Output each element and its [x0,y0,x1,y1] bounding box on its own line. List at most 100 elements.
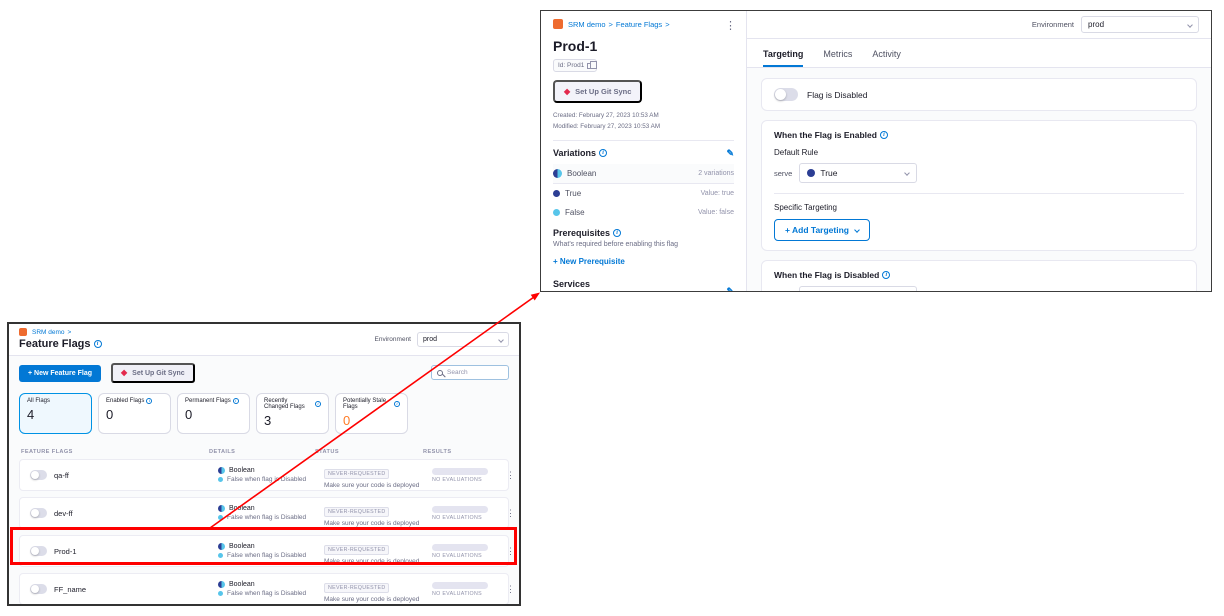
flag-id-badge: Id: Prod1 [553,59,597,72]
stat-value: 0 [106,407,163,422]
tab-activity[interactable]: Activity [872,49,901,67]
stat-label: Enabled Flags [106,398,144,404]
boolean-variation-icon [553,169,562,178]
info-icon[interactable]: i [233,398,239,404]
search-input[interactable] [447,369,503,376]
stat-label: All Flags [27,398,50,404]
false-variation-dot-icon [218,591,223,596]
info-icon[interactable]: i [94,340,102,348]
add-targeting-label: + Add Targeting [785,225,849,235]
breadcrumb-feature-flags[interactable]: Feature Flags [616,20,662,29]
true-variation-dot-icon [807,169,815,177]
stat-card-all-flags[interactable]: All Flags 4 [19,393,92,434]
info-icon[interactable]: i [599,149,607,157]
results-text: NO EVALUATIONS [432,591,506,597]
kebab-menu-icon[interactable]: ⋮ [506,471,520,480]
info-icon[interactable]: i [880,131,888,139]
tab-metrics[interactable]: Metrics [823,49,852,67]
harness-logo-icon [553,19,563,29]
breadcrumb-srm-demo[interactable]: SRM demo [32,329,65,336]
info-icon[interactable]: i [315,401,321,407]
boolean-variation-icon [218,581,225,588]
flag-id-text: Id: Prod1 [558,62,584,69]
environment-select[interactable]: prod [1081,16,1199,33]
flag-toggle[interactable] [30,470,47,480]
table-row[interactable]: qa-ff Boolean False when flag is Disable… [19,459,509,491]
results-bar [432,468,488,475]
results-text: NO EVALUATIONS [432,477,506,483]
flag-detail-screenshot: SRM demo > Feature Flags > ⋮ Prod-1 Id: … [540,10,1212,292]
flag-toggle[interactable] [30,584,47,594]
info-icon[interactable]: i [394,401,400,407]
table-row[interactable]: FF_name Boolean False when flag is Disab… [19,573,509,605]
serve-label: serve [774,169,792,178]
stat-card-potentially-stale-flags[interactable]: Potentially Stale Flagsi 0 [335,393,408,434]
stat-card-enabled-flags[interactable]: Enabled Flagsi 0 [98,393,171,434]
status-text: Make sure your code is deployed [324,558,432,565]
tab-targeting[interactable]: Targeting [763,49,803,67]
prerequisites-description: What's required before enabling this fla… [553,241,734,248]
info-icon[interactable]: i [146,398,152,404]
variation-name: False [565,208,585,217]
table-row-prod-1[interactable]: Prod-1 Boolean False when flag is Disabl… [19,535,509,567]
table-row[interactable]: dev-ff Boolean False when flag is Disabl… [19,497,509,529]
status-badge: NEVER-REQUESTED [324,507,389,517]
kebab-menu-icon[interactable]: ⋮ [506,509,520,518]
environment-select[interactable]: prod [417,332,509,347]
setup-git-sync-button[interactable]: ◆ Set Up Git Sync [111,363,195,383]
info-icon[interactable]: i [882,271,890,279]
kebab-menu-icon[interactable]: ⋮ [725,21,736,32]
false-variation-dot-icon [218,515,223,520]
variation-row-true: True Value: true [553,184,734,203]
flag-name: FF_name [54,585,86,594]
stat-label: Permanent Flags [185,398,231,404]
list-toolbar: + New Feature Flag ◆ Set Up Git Sync [9,356,519,389]
stat-label: Potentially Stale Flags [343,398,392,410]
kebab-menu-icon[interactable]: ⋮ [506,585,520,594]
copy-icon[interactable] [587,63,592,69]
setup-git-sync-button[interactable]: ◆ Set Up Git Sync [553,80,642,103]
divider [553,140,734,141]
variations-section-header: Variations i ✎ [553,148,734,158]
breadcrumb-separator: > [665,20,669,29]
results-text: NO EVALUATIONS [432,515,506,521]
stat-card-recently-changed-flags[interactable]: Recently Changed Flagsi 3 [256,393,329,434]
variation-type: Boolean [567,169,596,178]
flag-toggle[interactable] [30,508,47,518]
feature-flags-list-screenshot: SRM demo > Feature Flags i Environment p… [7,322,521,606]
flag-detail: False when flag is Disabled [227,476,306,483]
search-icon [437,370,443,376]
serve-value: True [820,168,837,178]
add-targeting-button[interactable]: + Add Targeting [774,219,870,241]
flag-name: dev-ff [54,509,73,518]
flag-name: Prod-1 [54,547,77,556]
git-sync-label: Set Up Git Sync [575,87,631,96]
edit-variations-icon[interactable]: ✎ [726,149,734,158]
stat-value: 0 [185,407,242,422]
boolean-variation-icon [218,467,225,474]
info-icon[interactable]: i [613,229,621,237]
disabled-serve-select[interactable]: False [799,286,917,291]
flag-type: Boolean [229,581,255,588]
new-feature-flag-button[interactable]: + New Feature Flag [19,365,101,382]
stat-card-permanent-flags[interactable]: Permanent Flagsi 0 [177,393,250,434]
divider [774,193,1184,194]
new-prerequisite-link[interactable]: + New Prerequisite [553,257,625,266]
specific-targeting-label: Specific Targeting [774,203,1184,212]
true-variation-dot-icon [553,190,560,197]
flag-detail: False when flag is Disabled [227,552,306,559]
status-text: Make sure your code is deployed [324,520,432,527]
status-badge: NEVER-REQUESTED [324,583,389,593]
flag-toggle[interactable] [30,546,47,556]
default-rule-serve-select[interactable]: True [799,163,917,183]
flag-enable-toggle[interactable] [774,88,798,101]
when-disabled-heading: When the Flag is Disabled [774,270,879,280]
edit-services-icon[interactable]: ✎ [726,287,734,292]
chevron-down-icon [854,227,860,233]
chevron-down-icon [498,337,504,343]
git-diamond-icon: ◆ [564,88,570,96]
col-details: DETAILS [209,449,315,455]
kebab-menu-icon[interactable]: ⋮ [506,547,520,556]
breadcrumb-srm-demo[interactable]: SRM demo [568,20,606,29]
default-rule-label: Default Rule [774,148,1184,157]
